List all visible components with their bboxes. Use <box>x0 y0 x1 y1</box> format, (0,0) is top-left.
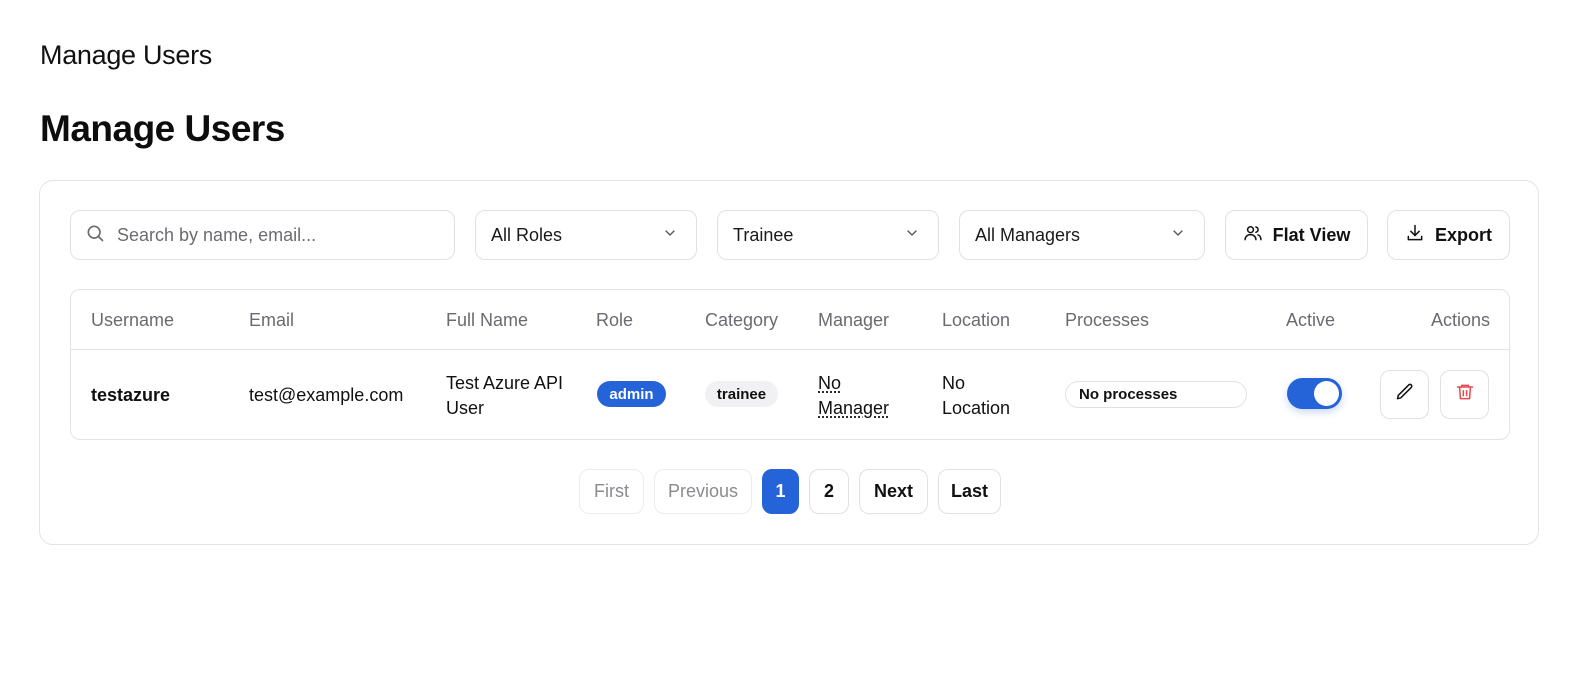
category-badge: trainee <box>705 381 778 407</box>
search-input[interactable] <box>117 224 437 246</box>
location-line: Location <box>942 398 1011 418</box>
first-page-button[interactable]: First <box>579 469 644 514</box>
column-header-active[interactable]: Active <box>1286 310 1335 331</box>
search-icon <box>85 223 105 248</box>
cell-username: testazure <box>91 385 171 405</box>
category-filter-select[interactable]: Trainee <box>717 210 939 260</box>
last-page-button[interactable]: Last <box>938 469 1001 514</box>
export-button[interactable]: Export <box>1387 210 1510 260</box>
next-page-button[interactable]: Next <box>859 469 928 514</box>
role-badge: admin <box>597 381 666 407</box>
previous-page-button[interactable]: Previous <box>654 469 752 514</box>
manager-line: Manager <box>818 398 890 418</box>
export-label: Export <box>1434 224 1492 245</box>
chevron-down-icon <box>1170 225 1186 246</box>
column-header-category[interactable]: Category <box>705 310 778 331</box>
column-header-role[interactable]: Role <box>596 310 633 331</box>
table-row: testazure test@example.com Test Azure AP… <box>71 350 1509 440</box>
users-table: Username Email Full Name Role Category M… <box>70 289 1510 440</box>
column-header-location[interactable]: Location <box>942 310 1010 331</box>
cell-email: test@example.com <box>249 385 404 405</box>
top-title: Manage Users <box>40 40 212 70</box>
delete-user-button[interactable] <box>1440 370 1489 419</box>
trash-icon <box>1455 382 1475 407</box>
manager-line: No <box>818 373 842 393</box>
table-header: Username Email Full Name Role Category M… <box>71 290 1509 350</box>
column-header-full-name[interactable]: Full Name <box>446 310 528 331</box>
column-header-manager[interactable]: Manager <box>818 310 889 331</box>
cell-manager: No Manager <box>818 371 889 421</box>
chevron-down-icon <box>662 225 678 246</box>
column-header-username[interactable]: Username <box>91 310 174 331</box>
full-name-line: User <box>446 398 485 418</box>
users-icon <box>1243 223 1263 248</box>
role-filter-value: All Roles <box>491 224 563 245</box>
page-button-1[interactable]: 1 <box>762 469 799 514</box>
filter-bar: All Roles Trainee All Managers Flat View <box>70 210 1510 260</box>
location-line: No <box>942 373 966 393</box>
active-toggle[interactable] <box>1287 378 1342 409</box>
column-header-actions: Actions <box>1430 310 1490 330</box>
toggle-knob <box>1314 381 1339 406</box>
flat-view-label: Flat View <box>1272 224 1351 245</box>
edit-user-button[interactable] <box>1380 370 1429 419</box>
pencil-icon <box>1395 382 1415 407</box>
cell-location: No Location <box>942 371 1010 421</box>
download-icon <box>1405 223 1425 248</box>
processes-pill: No processes <box>1065 381 1247 408</box>
manager-filter-value: All Managers <box>975 224 1081 245</box>
page-heading: Manage Users <box>40 108 285 149</box>
page-button-2[interactable]: 2 <box>809 469 849 514</box>
column-header-processes[interactable]: Processes <box>1065 310 1149 331</box>
category-filter-value: Trainee <box>733 224 794 245</box>
flat-view-button[interactable]: Flat View <box>1225 210 1368 260</box>
users-card: All Roles Trainee All Managers Flat View <box>39 180 1539 545</box>
column-header-email[interactable]: Email <box>249 310 294 331</box>
full-name-line: Test Azure API <box>446 373 564 393</box>
search-box[interactable] <box>70 210 455 260</box>
manager-filter-select[interactable]: All Managers <box>959 210 1205 260</box>
chevron-down-icon <box>904 225 920 246</box>
role-filter-select[interactable]: All Roles <box>475 210 697 260</box>
cell-full-name: Test Azure API User <box>446 371 563 421</box>
